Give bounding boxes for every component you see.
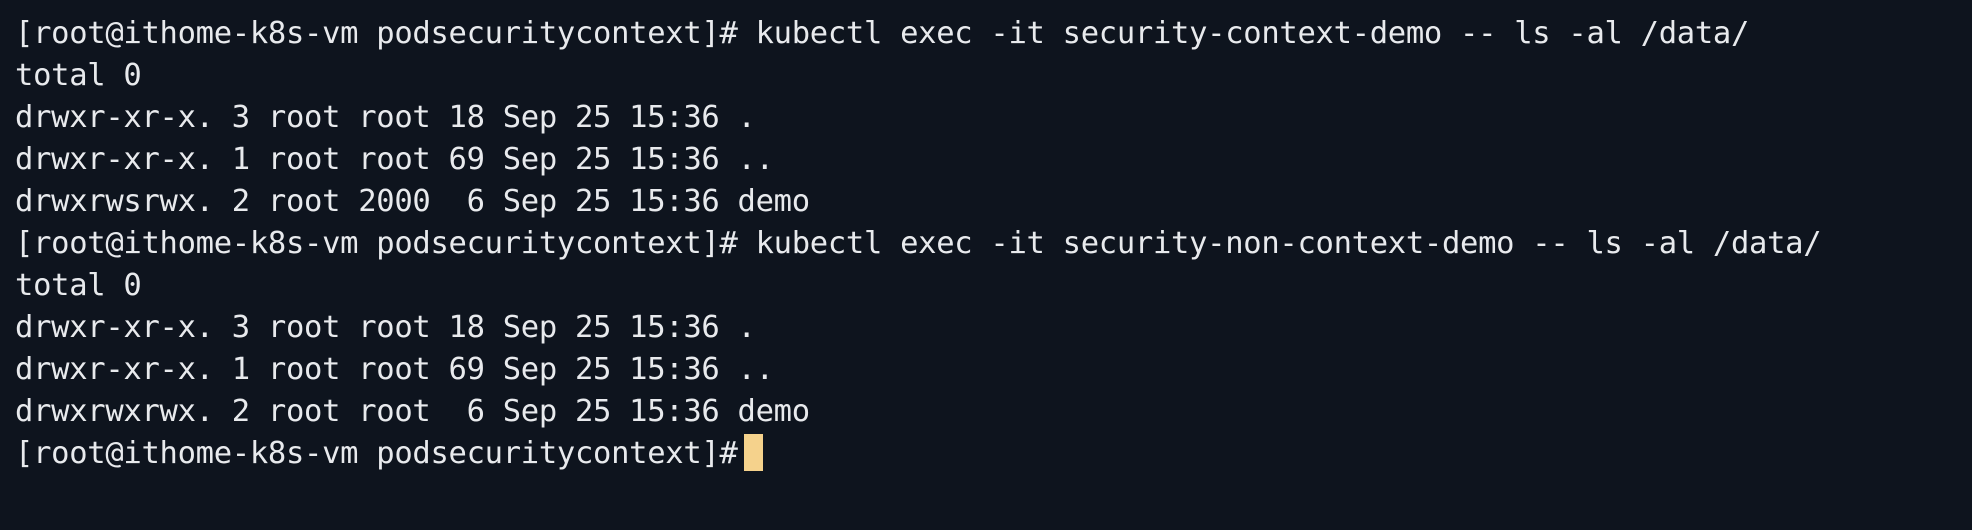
shell-prompt: [root@ithome-k8s-vm podsecuritycontext]# [15, 436, 738, 471]
output-line: drwxr-xr-x. 1 root root 69 Sep 25 15:36 … [15, 142, 774, 177]
output-line: total 0 [15, 58, 142, 93]
output-line: total 0 [15, 268, 142, 303]
text-cursor[interactable] [743, 434, 763, 471]
output-line: drwxrwsrwx. 2 root 2000 6 Sep 25 15:36 d… [15, 184, 810, 219]
output-line: drwxrwxrwx. 2 root root 6 Sep 25 15:36 d… [15, 394, 810, 429]
terminal-window[interactable]: [root@ithome-k8s-vm podsecuritycontext]#… [0, 0, 1972, 530]
command-line: [root@ithome-k8s-vm podsecuritycontext]#… [15, 16, 1750, 51]
command-line: [root@ithome-k8s-vm podsecuritycontext]#… [15, 226, 1822, 261]
output-line: drwxr-xr-x. 3 root root 18 Sep 25 15:36 … [15, 100, 756, 135]
active-prompt-line[interactable]: [root@ithome-k8s-vm podsecuritycontext]# [15, 433, 1972, 475]
output-line: drwxr-xr-x. 1 root root 69 Sep 25 15:36 … [15, 352, 774, 387]
output-line: drwxr-xr-x. 3 root root 18 Sep 25 15:36 … [15, 310, 756, 345]
